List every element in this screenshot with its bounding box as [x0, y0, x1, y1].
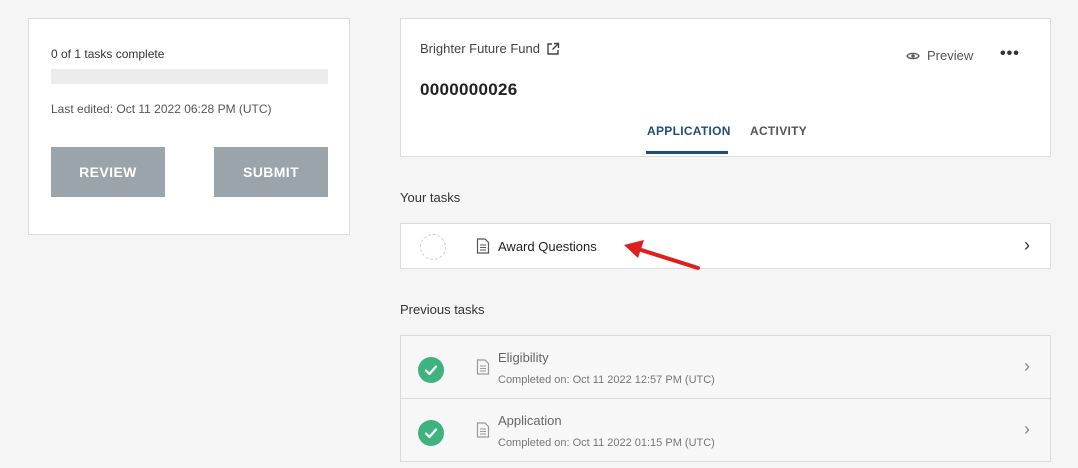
tab-activity[interactable]: ACTIVITY	[750, 124, 807, 138]
application-header-card: Brighter Future Fund 0000000026 Preview …	[400, 18, 1051, 157]
preview-button[interactable]: Preview	[906, 48, 973, 63]
document-icon	[476, 422, 490, 438]
annotation-arrow	[624, 240, 700, 270]
eye-icon	[906, 52, 920, 59]
check-circle-icon	[418, 420, 444, 446]
chevron-right-icon: ›	[1024, 419, 1030, 439]
task-title: Application	[498, 413, 562, 428]
application-id: 0000000026	[420, 80, 518, 99]
external-link-icon	[547, 42, 560, 55]
incomplete-status-icon	[420, 234, 446, 260]
chevron-right-icon: ›	[1024, 235, 1030, 255]
progress-bar	[51, 69, 328, 84]
task-completed-date: Completed on: Oct 11 2022 12:57 PM (UTC)	[498, 374, 715, 386]
last-edited-text: Last edited: Oct 11 2022 06:28 PM (UTC)	[51, 102, 272, 116]
check-circle-icon	[418, 357, 444, 383]
task-row-application[interactable]: Application Completed on: Oct 11 2022 01…	[400, 398, 1051, 462]
task-completed-date: Completed on: Oct 11 2022 01:15 PM (UTC)	[498, 437, 715, 449]
task-row-eligibility[interactable]: Eligibility Completed on: Oct 11 2022 12…	[400, 335, 1051, 399]
active-tab-indicator	[646, 151, 728, 154]
document-icon	[476, 359, 490, 375]
more-options-button[interactable]: •••	[1000, 45, 1020, 63]
fund-name: Brighter Future Fund	[420, 41, 540, 56]
your-tasks-heading: Your tasks	[400, 190, 461, 205]
preview-label: Preview	[927, 48, 974, 63]
task-title: Award Questions	[498, 239, 597, 254]
submit-button[interactable]: SUBMIT	[214, 147, 328, 197]
fund-name-link[interactable]: Brighter Future Fund	[420, 41, 560, 56]
progress-label: 0 of 1 tasks complete	[51, 47, 165, 61]
tab-application[interactable]: APPLICATION	[647, 124, 731, 138]
chevron-right-icon: ›	[1024, 356, 1030, 376]
previous-tasks-heading: Previous tasks	[400, 302, 485, 317]
task-row-award-questions[interactable]: Award Questions ›	[400, 223, 1051, 269]
task-title: Eligibility	[498, 350, 549, 365]
review-button[interactable]: REVIEW	[51, 147, 165, 197]
progress-card: 0 of 1 tasks complete Last edited: Oct 1…	[28, 18, 350, 235]
document-icon	[476, 238, 490, 254]
